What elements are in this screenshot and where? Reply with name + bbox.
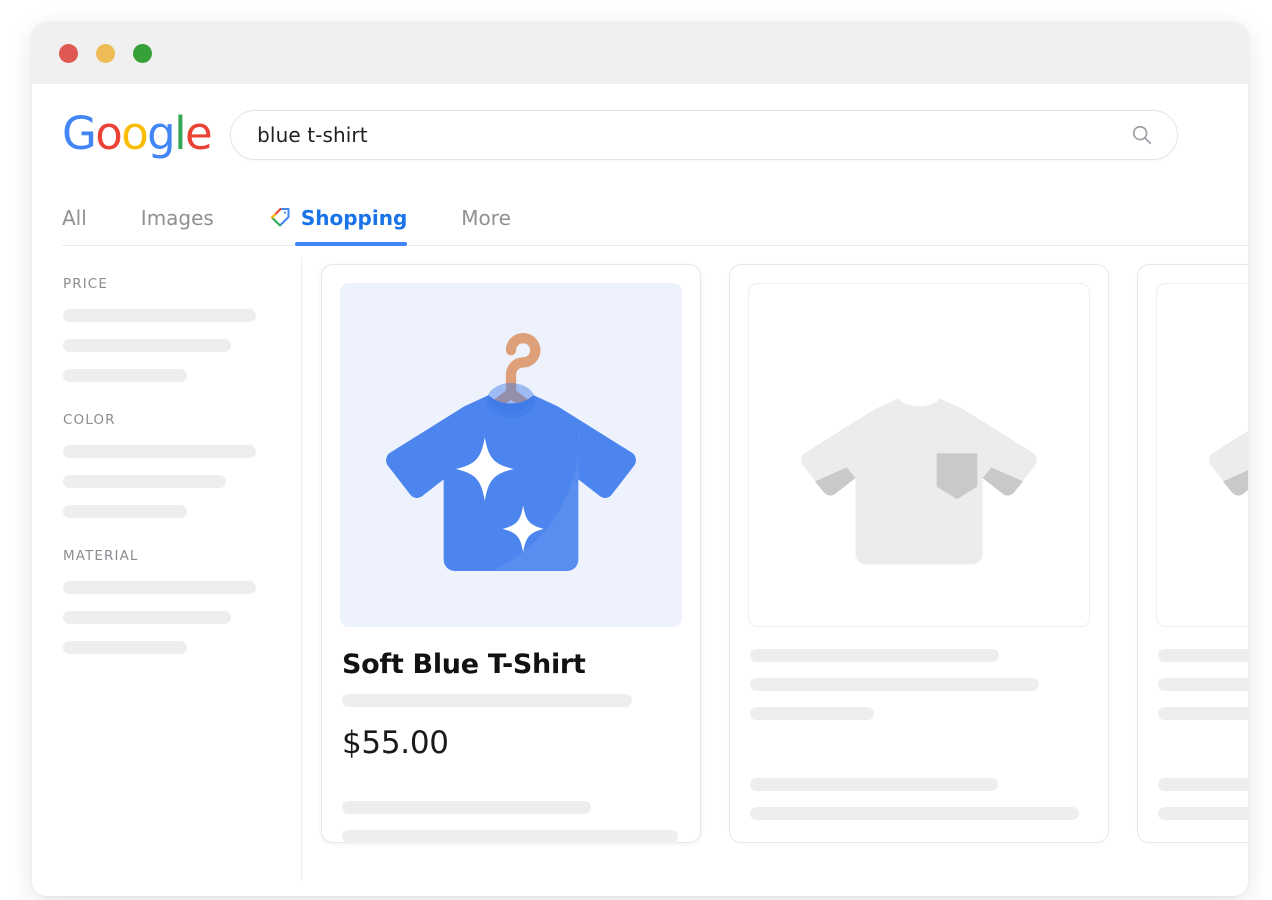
filter-title-material: MATERIAL (63, 548, 139, 564)
tab-shopping[interactable]: Shopping (268, 206, 408, 246)
product-info (1156, 627, 1248, 820)
blue-tshirt-illustration (386, 332, 636, 571)
search-input[interactable]: blue t-shirt (231, 123, 368, 147)
search-tabs: All Images Shopping More (32, 186, 1248, 246)
filter-option-placeholder[interactable] (63, 475, 226, 488)
search-header: Google blue t-shirt (32, 84, 1248, 160)
shopping-tag-icon (268, 206, 292, 230)
product-results-rail[interactable]: Soft Blue T-Shirt $55.00 (302, 258, 1248, 896)
filter-option-placeholder[interactable] (63, 445, 256, 458)
filters-sidebar: PRICE COLOR MATERIAL (32, 258, 302, 882)
tab-all[interactable]: All (62, 206, 87, 246)
product-meta-placeholder (750, 678, 1039, 691)
page-content: PRICE COLOR MATERIAL Soft Blue T-Shirt $… (32, 246, 1248, 896)
product-card-placeholder-1[interactable] (729, 264, 1109, 843)
product-image-placeholder[interactable] (748, 283, 1090, 627)
maximize-window-button[interactable] (133, 43, 152, 63)
tab-all-label: All (62, 206, 87, 230)
filter-option-placeholder[interactable] (63, 611, 231, 624)
product-card-featured[interactable]: Soft Blue T-Shirt $55.00 (321, 264, 701, 843)
filter-group-price: PRICE (63, 276, 301, 382)
minimize-window-button[interactable] (96, 43, 115, 63)
page-viewport: Google blue t-shirt All Images Shopping … (32, 84, 1248, 896)
product-meta-placeholder (1158, 778, 1248, 791)
product-meta-placeholder (1158, 678, 1248, 691)
close-window-button[interactable] (59, 43, 78, 63)
product-meta-placeholder (342, 801, 591, 814)
product-meta-placeholder (1158, 707, 1248, 720)
search-icon[interactable] (1131, 124, 1153, 146)
product-meta-placeholder (750, 807, 1079, 820)
tab-images[interactable]: Images (141, 206, 214, 246)
tab-shopping-label: Shopping (300, 206, 408, 230)
product-card-placeholder-2[interactable] (1137, 264, 1248, 843)
window-titlebar (32, 22, 1248, 84)
filter-option-placeholder[interactable] (63, 309, 256, 322)
filter-option-placeholder[interactable] (63, 369, 187, 382)
product-meta-placeholder (750, 707, 874, 720)
google-logo[interactable]: Google (62, 111, 213, 160)
product-info (748, 627, 1090, 820)
product-image-blue-tshirt[interactable] (340, 283, 682, 627)
filter-group-color: COLOR (63, 412, 301, 518)
filter-title-color: COLOR (63, 412, 116, 428)
product-title: Soft Blue T-Shirt (342, 649, 586, 680)
product-meta-placeholder (750, 778, 998, 791)
product-meta-placeholder (1158, 649, 1248, 662)
product-meta-placeholder (1158, 807, 1248, 820)
filter-title-price: PRICE (63, 276, 108, 292)
product-meta-placeholder (342, 830, 678, 843)
product-price: $55.00 (342, 725, 449, 761)
tab-more-label: More (461, 206, 511, 230)
product-info: Soft Blue T-Shirt $55.00 (340, 627, 682, 843)
tab-images-label: Images (140, 206, 214, 230)
filter-option-placeholder[interactable] (63, 581, 256, 594)
product-meta-placeholder (750, 649, 999, 662)
product-image-placeholder[interactable] (1156, 283, 1248, 627)
gray-tshirt-illustration (801, 398, 1037, 565)
filter-option-placeholder[interactable] (63, 339, 231, 352)
filter-group-material: MATERIAL (63, 548, 301, 654)
browser-window: Google blue t-shirt All Images Shopping … (32, 22, 1248, 896)
tab-more[interactable]: More (461, 206, 511, 246)
filter-option-placeholder[interactable] (63, 641, 187, 654)
gray-tshirt-illustration (1209, 430, 1248, 496)
filter-option-placeholder[interactable] (63, 505, 187, 518)
product-subtitle-placeholder (342, 694, 632, 707)
search-bar[interactable]: blue t-shirt (230, 110, 1179, 160)
